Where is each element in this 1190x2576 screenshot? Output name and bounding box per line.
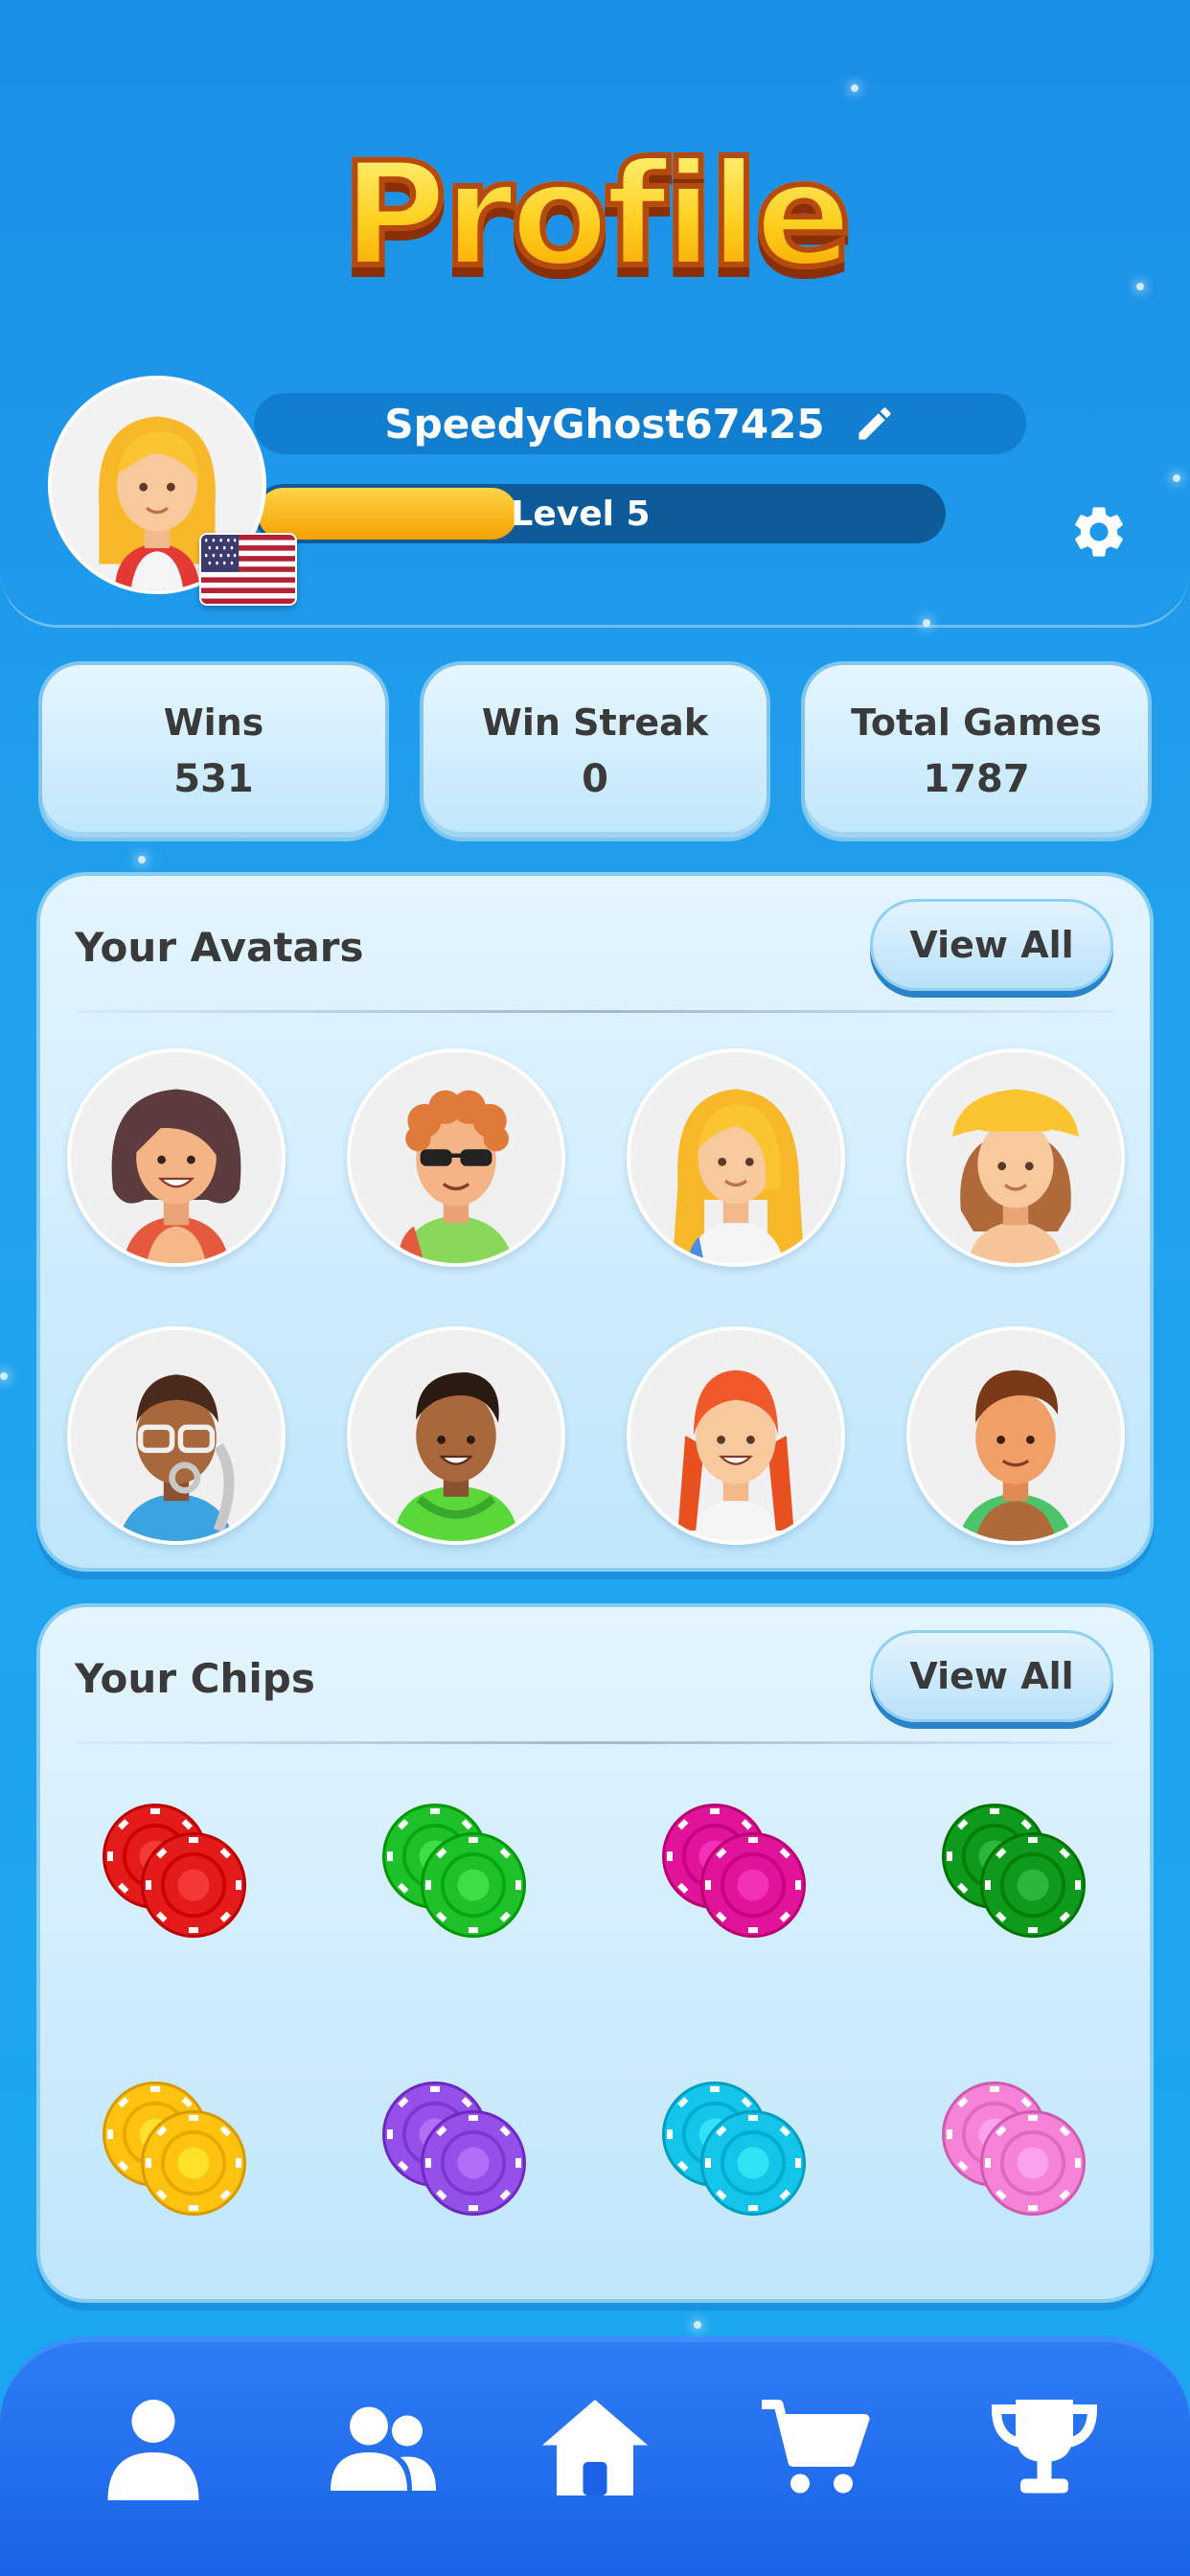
level-progress-fill xyxy=(258,488,517,540)
pink-chip[interactable] xyxy=(937,2077,1100,2240)
magenta-chip[interactable] xyxy=(657,1799,820,1962)
yellow-chip-icon xyxy=(103,2082,246,2216)
cyan-chip[interactable] xyxy=(657,2077,820,2240)
username: SpeedyGhost67425 xyxy=(384,400,825,448)
pink-chip-icon xyxy=(942,2082,1086,2216)
nav-shop[interactable] xyxy=(747,2380,881,2515)
nav-leaderboard[interactable] xyxy=(977,2380,1111,2515)
profile-icon xyxy=(107,2400,199,2500)
red-chip-icon xyxy=(103,1804,246,1938)
man-glasses-headphones-icon xyxy=(71,1330,282,1541)
nav-friends[interactable] xyxy=(316,2380,450,2515)
avatar-man-brown-hair[interactable] xyxy=(906,1326,1125,1545)
green-chip[interactable] xyxy=(378,1799,540,1962)
chips-section: Your Chips View All xyxy=(36,1603,1154,2303)
avatars-section: Your Avatars View All xyxy=(36,872,1154,1572)
avatar-man-curly-sunglasses[interactable] xyxy=(347,1048,565,1267)
avatar-woman-blonde-long[interactable] xyxy=(627,1048,845,1267)
stat-card-win-streak: Win Streak 0 xyxy=(420,661,770,841)
avatar-girl-red-braids[interactable] xyxy=(627,1326,845,1545)
chips-view-all-button[interactable]: View All xyxy=(870,1630,1113,1722)
avatars-section-title: Your Avatars xyxy=(75,924,364,971)
level-label: Level 5 xyxy=(511,494,651,534)
stat-label: Win Streak xyxy=(481,702,709,744)
stat-card-wins: Wins 531 xyxy=(38,661,389,841)
dark-green-chip-icon xyxy=(942,1804,1086,1938)
man-curly-sunglasses-icon xyxy=(351,1052,561,1263)
level-progress-bar: Level 5 xyxy=(254,484,946,543)
green-chip-icon xyxy=(382,1804,526,1938)
nav-profile[interactable] xyxy=(86,2380,220,2515)
chips-section-title: Your Chips xyxy=(75,1655,315,1702)
purple-chip-icon xyxy=(382,2082,526,2216)
avatar-woman-yellow-hat[interactable] xyxy=(906,1048,1125,1267)
trophy-icon xyxy=(991,2400,1098,2494)
stat-value: 531 xyxy=(173,757,254,801)
man-brown-hair-icon xyxy=(910,1330,1121,1541)
woman-yellow-hat-icon xyxy=(910,1052,1121,1263)
section-divider xyxy=(77,1741,1113,1744)
woman-brown-bob-icon xyxy=(71,1052,282,1263)
page-title-container: Profile xyxy=(0,132,1190,299)
stat-label: Wins xyxy=(163,702,264,744)
home-icon xyxy=(542,2400,648,2496)
avatar-man-glasses-headphones[interactable] xyxy=(67,1326,286,1545)
bottom-navigation-bar xyxy=(0,2336,1190,2576)
man-green-hoodie-icon xyxy=(351,1330,561,1541)
shop-cart-icon xyxy=(762,2400,870,2494)
avatar-man-green-hoodie[interactable] xyxy=(347,1326,565,1545)
stat-value: 0 xyxy=(582,757,608,801)
avatars-view-all-button[interactable]: View All xyxy=(870,899,1113,991)
stat-label: Total Games xyxy=(851,702,1102,744)
stat-card-total-games: Total Games 1787 xyxy=(801,661,1152,841)
us-flag-icon xyxy=(199,533,297,606)
magenta-chip-icon xyxy=(662,1804,806,1938)
cyan-chip-icon xyxy=(662,2082,806,2216)
yellow-chip[interactable] xyxy=(98,2077,261,2240)
username-bar[interactable]: SpeedyGhost67425 xyxy=(254,393,1026,454)
friends-icon xyxy=(331,2406,436,2491)
settings-gear-icon[interactable] xyxy=(1068,501,1130,563)
red-chip[interactable] xyxy=(98,1799,261,1962)
woman-blonde-long-icon xyxy=(630,1052,841,1263)
stat-value: 1787 xyxy=(923,757,1030,801)
nav-home[interactable] xyxy=(528,2380,662,2515)
girl-red-braids-icon xyxy=(630,1330,841,1541)
edit-pencil-icon[interactable] xyxy=(854,402,896,445)
page-title: Profile xyxy=(339,132,856,299)
purple-chip[interactable] xyxy=(378,2077,540,2240)
section-divider xyxy=(77,1010,1113,1013)
dark-green-chip[interactable] xyxy=(937,1799,1100,1962)
avatar-woman-brown-bob[interactable] xyxy=(67,1048,286,1267)
